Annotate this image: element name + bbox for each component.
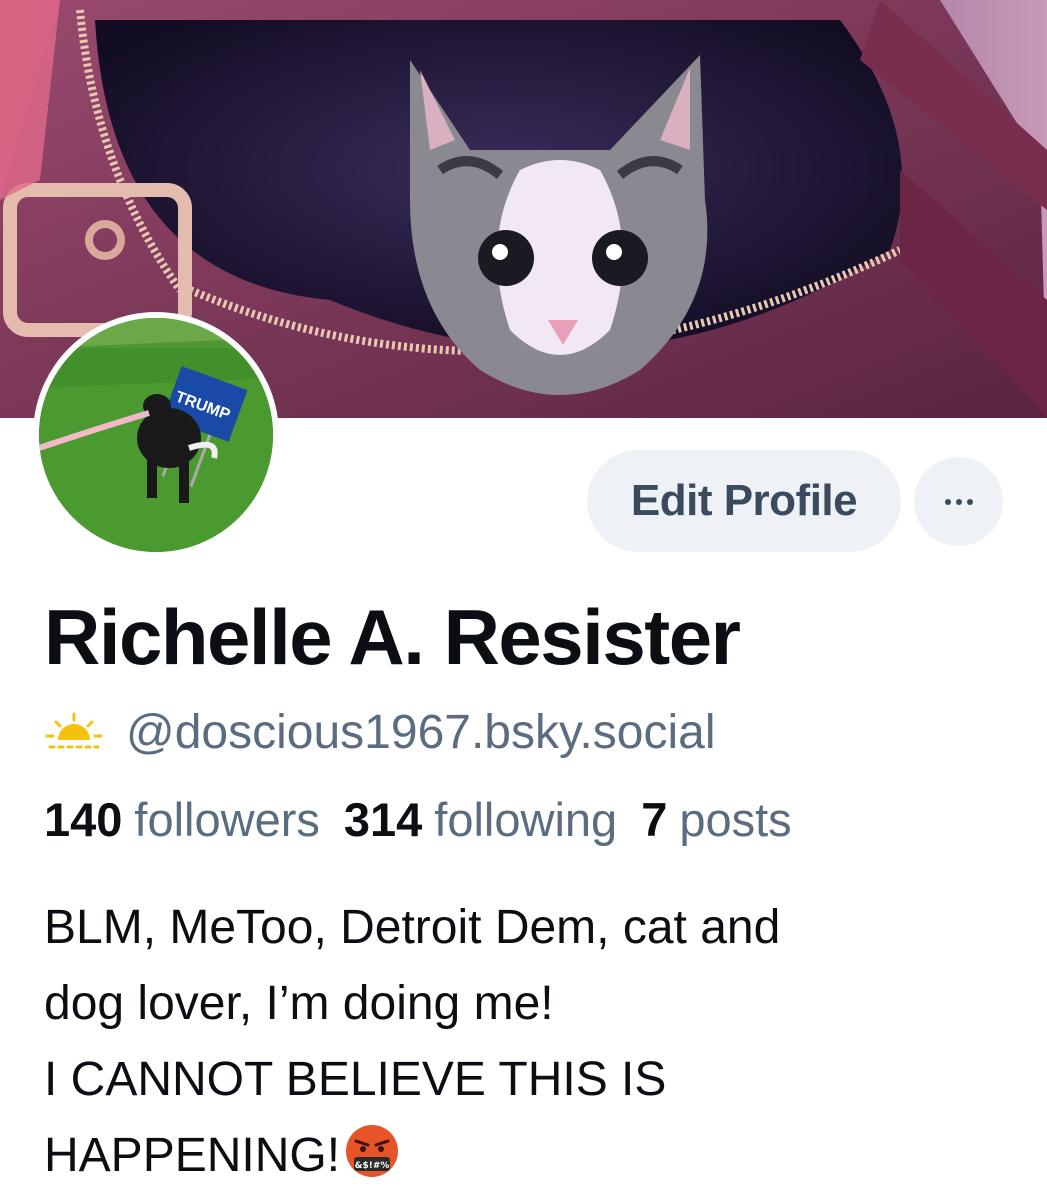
profile-bio: BLM, MeToo, Detroit Dem, cat and dog lov… (44, 890, 1024, 1194)
posts-stat: 7 posts (641, 792, 791, 847)
followers-label: followers (134, 793, 320, 846)
edit-profile-button[interactable]: Edit Profile (587, 450, 901, 552)
following-count: 314 (343, 793, 423, 846)
followers-stat[interactable]: 140 followers (44, 792, 320, 847)
bio-line: BLM, MeToo, Detroit Dem, cat and (44, 901, 781, 954)
following-label: following (434, 793, 618, 846)
following-stat[interactable]: 314 following (344, 792, 617, 847)
followers-count: 140 (44, 793, 123, 846)
avatar[interactable]: TRUMP (33, 312, 279, 558)
edit-profile-label: Edit Profile (630, 476, 858, 525)
svg-text:&$!#%: &$!#% (355, 1161, 390, 1171)
ellipsis-icon (944, 498, 973, 505)
bio-line-last: HAPPENING! &$!#% (44, 1118, 1024, 1194)
bio-line: I CANNOT BELIEVE THIS IS (44, 1053, 667, 1106)
posts-count: 7 (641, 793, 668, 846)
profile-stats: 140 followers 314 following 7 posts (44, 792, 816, 847)
avatar-image: TRUMP (39, 318, 273, 552)
bio-line-text: HAPPENING! (44, 1129, 341, 1182)
display-name: Richelle A. Resister (44, 593, 741, 681)
handle-row: @doscious1967.bsky.social (44, 700, 715, 764)
sun-icon (45, 712, 103, 749)
angry-face-cursing-icon: &$!#% (346, 1125, 399, 1177)
more-options-button[interactable] (914, 457, 1003, 546)
bio-line: dog lover, I’m doing me! (44, 977, 554, 1030)
posts-label: posts (679, 793, 792, 846)
handle[interactable]: @doscious1967.bsky.social (126, 705, 715, 760)
